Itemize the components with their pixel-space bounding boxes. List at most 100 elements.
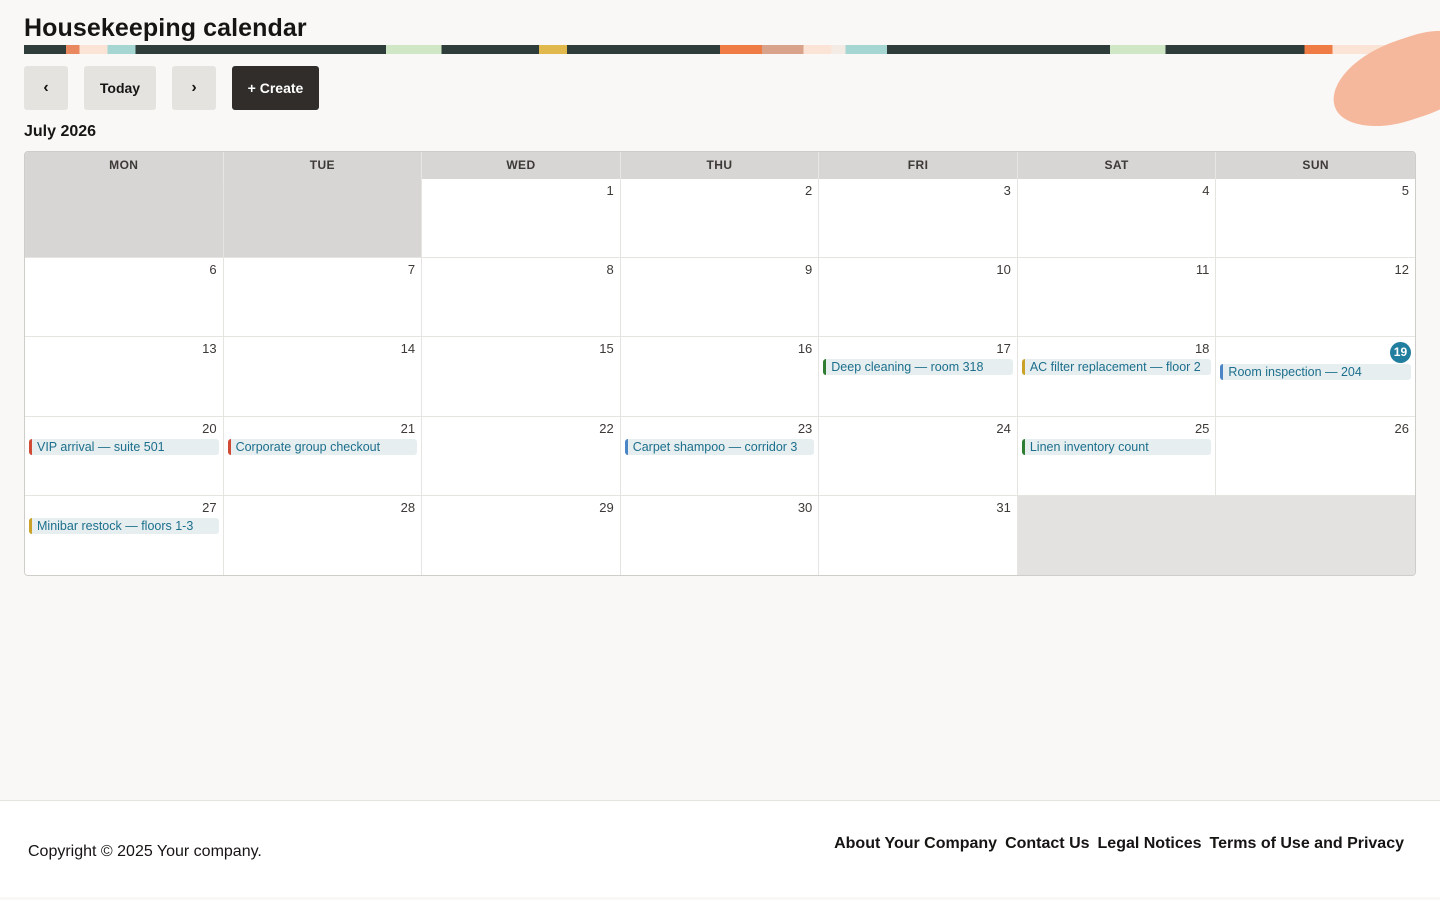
today-button[interactable]: Today bbox=[84, 66, 156, 110]
day-cell[interactable]: 13 bbox=[25, 337, 224, 417]
event-vip-arrival[interactable]: VIP arrival — suite 501 bbox=[29, 438, 219, 455]
footer-links: About Your Company Contact Us Legal Noti… bbox=[834, 835, 1404, 853]
header-banner-strip bbox=[24, 45, 1416, 54]
day-number: 12 bbox=[1394, 262, 1409, 278]
footer-link-contact[interactable]: Contact Us bbox=[1005, 835, 1089, 853]
day-number: 21 bbox=[400, 420, 416, 436]
event-carpet-shampoo[interactable]: Carpet shampoo — corridor 3 bbox=[624, 438, 815, 455]
day-number: 8 bbox=[606, 262, 614, 278]
event-minibar-restock[interactable]: Minibar restock — floors 1-3 bbox=[29, 517, 219, 534]
event-deep-cleaning[interactable]: Deep cleaning — room 318 bbox=[823, 359, 1013, 376]
day-number: 11 bbox=[1195, 262, 1210, 278]
weekday-fri: FRI bbox=[819, 152, 1018, 179]
day-cell[interactable]: 20 VIP arrival — suite 501 bbox=[25, 416, 224, 496]
day-cell[interactable]: 17 Deep cleaning — room 318 bbox=[819, 337, 1018, 417]
day-cell[interactable]: 23 Carpet shampoo — corridor 3 bbox=[620, 416, 820, 496]
day-cell[interactable]: 31 bbox=[819, 495, 1018, 575]
empty-day-cell bbox=[1216, 495, 1415, 575]
day-cell[interactable]: 9 bbox=[620, 258, 820, 338]
day-cell[interactable]: 21 Corporate group checkout bbox=[223, 416, 423, 496]
day-cell[interactable]: 22 bbox=[422, 416, 621, 496]
empty-day-cell bbox=[1017, 495, 1217, 575]
previous-month-button[interactable]: ‹ bbox=[24, 66, 68, 110]
empty-day-cell bbox=[223, 179, 423, 259]
day-number: 17 bbox=[996, 341, 1011, 357]
decorative-shape bbox=[1321, 18, 1440, 142]
footer-link-legal[interactable]: Legal Notices bbox=[1098, 835, 1202, 853]
event-room-inspection[interactable]: Room inspection — 204 bbox=[1220, 364, 1411, 381]
page-footer: Copyright © 2025 Your company. About You… bbox=[0, 800, 1440, 897]
day-cell[interactable]: 10 bbox=[819, 258, 1018, 338]
weekday-header: MON TUE WED THU FRI SAT SUN bbox=[25, 152, 1415, 179]
day-cell[interactable]: 6 bbox=[25, 258, 224, 338]
month-title: July 2026 bbox=[24, 123, 97, 140]
day-number: 24 bbox=[996, 420, 1011, 436]
empty-day-cell bbox=[25, 179, 224, 259]
day-number: 22 bbox=[599, 420, 614, 436]
day-number: 13 bbox=[202, 341, 217, 357]
day-number: 30 bbox=[797, 499, 813, 515]
next-month-button[interactable]: › bbox=[172, 66, 216, 110]
day-number: 10 bbox=[996, 262, 1011, 278]
day-number: 28 bbox=[400, 499, 416, 515]
day-number: 14 bbox=[400, 341, 416, 357]
day-number: 15 bbox=[599, 341, 614, 357]
day-number: 23 bbox=[797, 420, 813, 436]
day-number: 20 bbox=[202, 420, 217, 436]
weekday-thu: THU bbox=[621, 152, 820, 179]
day-cell[interactable]: 24 bbox=[819, 416, 1018, 496]
day-number: 18 bbox=[1194, 341, 1210, 357]
weekday-sun: SUN bbox=[1302, 158, 1329, 172]
create-event-button[interactable]: + Create bbox=[232, 66, 319, 110]
day-number: 3 bbox=[1003, 183, 1011, 198]
day-cell[interactable]: 30 bbox=[620, 495, 820, 575]
day-number: 5 bbox=[1401, 183, 1409, 198]
day-cell[interactable]: 11 bbox=[1017, 258, 1217, 338]
day-cell[interactable]: 29 bbox=[422, 495, 621, 575]
day-cell[interactable]: 3 bbox=[819, 179, 1018, 259]
day-cell[interactable]: 25 Linen inventory count bbox=[1017, 416, 1217, 496]
calendar-grid: 1 2 3 4 5 6 7 8 9 10 11 12 13 14 15 16 1… bbox=[25, 179, 1415, 575]
today-day-badge: 19 bbox=[1389, 342, 1411, 364]
day-number: 9 bbox=[805, 262, 813, 278]
event-corporate-checkout[interactable]: Corporate group checkout bbox=[227, 438, 418, 455]
copyright-text: Copyright © 2025 Your company. bbox=[28, 843, 262, 860]
weekday-wed: WED bbox=[422, 152, 621, 179]
day-number: 1 bbox=[606, 183, 614, 198]
day-cell[interactable]: 16 bbox=[620, 337, 820, 417]
month-calendar: MON TUE WED THU FRI SAT SUN 1 2 3 4 5 6 … bbox=[24, 151, 1416, 576]
day-number: 26 bbox=[1394, 420, 1409, 436]
page-title: Housekeeping calendar bbox=[24, 14, 307, 42]
day-cell[interactable]: 7 bbox=[223, 258, 423, 338]
event-ac-filter-replacement[interactable]: AC filter replacement — floor 2 bbox=[1021, 359, 1212, 376]
day-cell[interactable]: 5 bbox=[1216, 179, 1415, 259]
day-number: 16 bbox=[797, 341, 813, 357]
day-cell[interactable]: 26 bbox=[1216, 416, 1415, 496]
day-cell[interactable]: 27 Minibar restock — floors 1-3 bbox=[25, 495, 224, 575]
day-cell[interactable]: 1 bbox=[422, 179, 621, 259]
day-number: 2 bbox=[805, 183, 813, 198]
day-number: 29 bbox=[599, 499, 614, 515]
day-cell[interactable]: 2 bbox=[620, 179, 820, 259]
day-cell[interactable]: 18 AC filter replacement — floor 2 bbox=[1017, 337, 1217, 417]
weekday-sat: SAT bbox=[1018, 152, 1217, 179]
day-cell[interactable]: 14 bbox=[223, 337, 423, 417]
day-number: 25 bbox=[1194, 420, 1210, 436]
day-cell[interactable]: 4 bbox=[1017, 179, 1217, 259]
day-cell-today[interactable]: 19 Room inspection — 204 bbox=[1216, 337, 1415, 417]
day-cell[interactable]: 8 bbox=[422, 258, 621, 338]
day-cell[interactable]: 15 bbox=[422, 337, 621, 417]
day-number: 6 bbox=[209, 262, 217, 278]
footer-link-about[interactable]: About Your Company bbox=[834, 835, 997, 853]
day-cell[interactable]: 28 bbox=[223, 495, 423, 575]
day-number: 7 bbox=[407, 262, 416, 278]
calendar-toolbar: ‹ Today › + Create bbox=[24, 66, 319, 110]
day-number: 27 bbox=[202, 499, 217, 515]
weekday-mon: MON bbox=[25, 152, 224, 179]
day-number: 31 bbox=[996, 499, 1011, 515]
day-cell[interactable]: 12 bbox=[1216, 258, 1415, 338]
day-number: 4 bbox=[1202, 183, 1210, 198]
footer-link-terms[interactable]: Terms of Use and Privacy bbox=[1210, 835, 1404, 853]
event-linen-inventory[interactable]: Linen inventory count bbox=[1021, 438, 1212, 455]
weekday-tue: TUE bbox=[224, 152, 423, 179]
